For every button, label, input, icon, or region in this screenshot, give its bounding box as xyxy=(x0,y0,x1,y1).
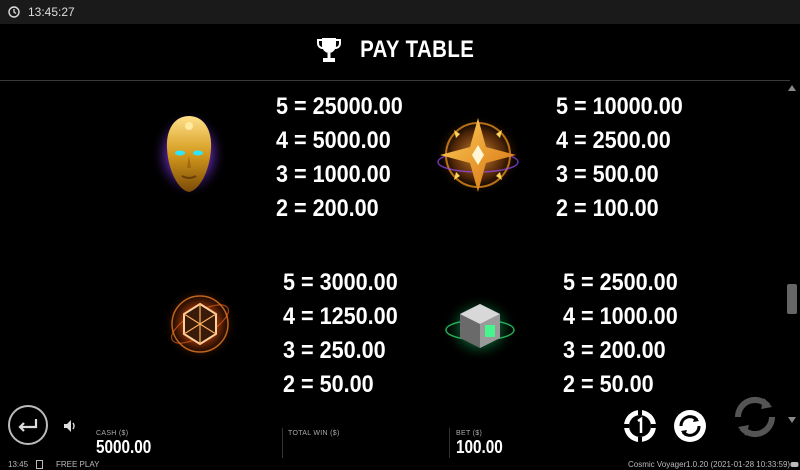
bet-label: BET ($) xyxy=(456,430,483,437)
scrollbar-thumb[interactable] xyxy=(787,284,797,314)
paytable-entry-4: 5 = 2500.00 4 = 1000.00 3 = 200.00 2 = 5… xyxy=(563,266,678,402)
payout-line: 4 = 5000.00 xyxy=(276,127,391,154)
bet-chip-button[interactable] xyxy=(622,408,658,444)
payout-line: 2 = 100.00 xyxy=(556,195,659,222)
scroll-down-arrow-icon[interactable] xyxy=(787,416,797,424)
back-button[interactable] xyxy=(8,405,48,445)
bet-value: 100.00 xyxy=(456,437,503,457)
footer-version: 1.0.20 (2021-01-28 10:33:59) xyxy=(686,460,791,469)
page-header: PAY TABLE xyxy=(0,30,800,70)
cash-label: CASH ($) xyxy=(96,430,129,437)
payout-line: 3 = 500.00 xyxy=(556,161,659,188)
footer-game-name: Cosmic Voyager xyxy=(628,460,687,469)
payout-line: 2 = 50.00 xyxy=(563,371,654,398)
divider xyxy=(449,428,450,458)
orange-crystal-icon xyxy=(162,286,238,362)
autoplay-button[interactable] xyxy=(672,408,708,444)
green-cube-icon xyxy=(442,294,518,362)
payout-line: 2 = 200.00 xyxy=(276,195,379,222)
paytable-entry-3: 5 = 3000.00 4 = 1250.00 3 = 250.00 2 = 5… xyxy=(283,266,398,402)
footer-time: 13:45 xyxy=(8,460,29,469)
payout-line: 5 = 10000.00 xyxy=(556,93,683,120)
cash-value: 5000.00 xyxy=(96,437,152,457)
payout-line: 3 = 1000.00 xyxy=(276,161,391,188)
payout-line: 3 = 200.00 xyxy=(563,337,666,364)
payout-line: 3 = 250.00 xyxy=(283,337,386,364)
divider xyxy=(282,428,283,458)
total-win-label: TOTAL WIN ($) xyxy=(288,430,340,437)
footer-mode: FREE PLAY xyxy=(56,460,100,469)
scroll-up-arrow-icon[interactable] xyxy=(787,84,797,92)
payout-line: 5 = 2500.00 xyxy=(563,269,678,296)
payout-line: 5 = 25000.00 xyxy=(276,93,403,120)
trophy-icon xyxy=(316,38,341,62)
device-icon xyxy=(36,460,43,469)
footer-bar: 13:45 FREE PLAY Cosmic Voyager 1.0.20 (2… xyxy=(0,460,800,470)
paytable-entry-1: 5 = 25000.00 4 = 5000.00 3 = 1000.00 2 =… xyxy=(276,90,403,226)
payout-line: 4 = 1000.00 xyxy=(563,303,678,330)
clock-icon xyxy=(8,6,20,18)
golden-mask-icon xyxy=(151,110,227,198)
payout-line: 4 = 2500.00 xyxy=(556,127,671,154)
payout-line: 2 = 50.00 xyxy=(283,371,374,398)
compass-star-icon xyxy=(434,115,522,195)
payout-line: 4 = 1250.00 xyxy=(283,303,398,330)
payout-line: 5 = 3000.00 xyxy=(283,269,398,296)
title-divider xyxy=(0,80,790,81)
page-title: PAY TABLE xyxy=(359,36,475,63)
paytable-entry-2: 5 = 10000.00 4 = 2500.00 3 = 500.00 2 = … xyxy=(556,90,683,226)
status-bar: 13:45:27 xyxy=(0,0,800,24)
return-arrow-icon xyxy=(18,419,38,432)
spin-button[interactable] xyxy=(728,390,782,444)
gamepad-icon xyxy=(790,462,799,467)
status-time: 13:45:27 xyxy=(28,5,75,19)
speaker-icon[interactable] xyxy=(62,418,78,434)
